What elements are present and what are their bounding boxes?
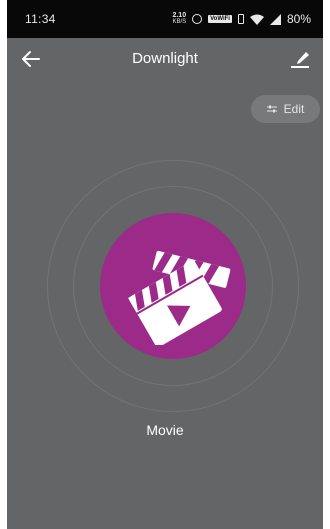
- status-bar: 11:34 2.10 KB/S VoWiFi 80%: [7, 0, 323, 38]
- scene-label: Movie: [146, 422, 184, 438]
- status-icons: 2.10 KB/S VoWiFi 80%: [172, 10, 311, 28]
- network-speed: 2.10 KB/S: [172, 12, 186, 26]
- battery-level: 80%: [286, 12, 311, 26]
- network-speed-value: 2.10: [172, 12, 187, 19]
- page-title: Downlight: [132, 50, 198, 67]
- vibrate-icon: [237, 14, 244, 24]
- app-bar: Downlight: [7, 38, 323, 80]
- vowifi-badge: VoWiFi: [208, 15, 232, 23]
- pen-icon[interactable]: [289, 49, 311, 69]
- clapperboard-icon: [128, 250, 231, 345]
- alarm-icon: [192, 14, 203, 24]
- wifi-icon: [249, 14, 264, 25]
- signal-icon: [269, 13, 281, 25]
- sliders-icon: [266, 105, 277, 113]
- scene-button-movie[interactable]: [100, 213, 246, 359]
- screen: 11:34 2.10 KB/S VoWiFi 80% Downlight Edi…: [7, 0, 323, 529]
- status-time: 11:34: [25, 12, 56, 26]
- network-speed-unit: KB/S: [172, 19, 187, 25]
- edit-button-label: Edit: [283, 102, 305, 116]
- edit-button[interactable]: Edit: [251, 95, 320, 123]
